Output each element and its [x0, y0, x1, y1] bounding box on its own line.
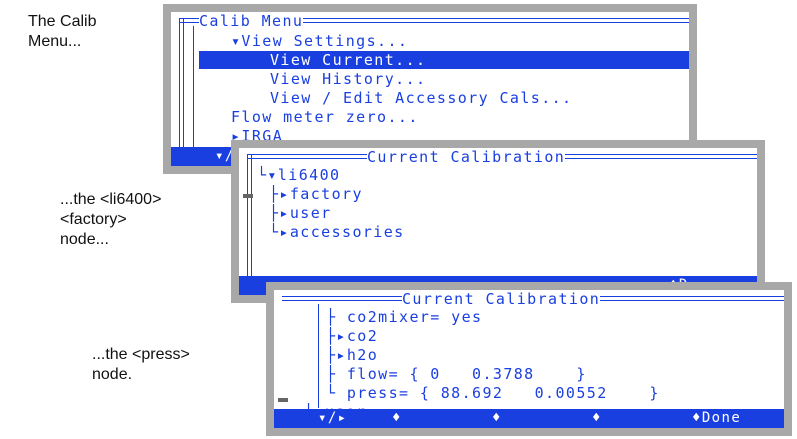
tree-node-h2o[interactable]: ├▸h2o [326, 346, 378, 364]
tree-node-user[interactable]: ├▸user [269, 204, 332, 222]
fkey-expand-collapse[interactable]: ▾/▸ [318, 409, 348, 428]
tree-node-li6400[interactable]: └▾li6400 [257, 166, 340, 184]
press-screen-title: Current Calibration [402, 290, 601, 308]
li6400-node-screen: Current Calibration └▾li6400 ├▸factory ├… [231, 140, 765, 303]
tree-node-flow[interactable]: ├ flow= { 0 0.3788 } [326, 365, 587, 383]
menu-item-view-edit-accessory-cals[interactable]: View / Edit Accessory Cals... [270, 89, 573, 107]
selection-cursor [278, 398, 288, 402]
caption-li6400-node: ...the <li6400> <factory> node... [60, 191, 162, 248]
caption-calib-menu: The Calib Menu... [28, 13, 97, 50]
fkey-3[interactable]: ♦ [492, 409, 502, 428]
menu-item-view-history[interactable]: View History... [270, 70, 426, 88]
caption-press-node: ...the <press> node. [92, 346, 190, 383]
tree-node-accessories[interactable]: └▸accessories [269, 223, 405, 241]
tree-node-press[interactable]: └ press= { 88.692 0.00552 } [326, 384, 660, 402]
fkey-2[interactable]: ♦ [392, 409, 402, 428]
menu-item-view-settings[interactable]: ▾View Settings... [231, 32, 408, 50]
press-node-lcd: Current Calibration ├ co2mixer= yes ├▸co… [274, 290, 784, 428]
press-node-screen: Current Calibration ├ co2mixer= yes ├▸co… [266, 282, 792, 436]
tree-node-co2mixer[interactable]: ├ co2mixer= yes [326, 308, 482, 326]
fkey-4[interactable]: ♦ [592, 409, 602, 428]
li6400-screen-title: Current Calibration [367, 148, 566, 166]
press-fkey-bar: ▾/▸ ♦ ♦ ♦ ♦Done [274, 409, 784, 428]
selection-cursor [243, 194, 253, 198]
li6400-node-lcd: Current Calibration └▾li6400 ├▸factory ├… [239, 148, 757, 295]
menu-item-flow-meter-zero[interactable]: Flow meter zero... [231, 108, 419, 126]
calib-menu-title: Calib Menu [199, 12, 304, 30]
tree-node-co2[interactable]: ├▸co2 [326, 327, 378, 345]
tree-node-factory[interactable]: ├▸factory [269, 185, 363, 203]
menu-item-view-current[interactable]: View Current... [199, 51, 689, 69]
fkey-done[interactable]: ♦Done [692, 409, 741, 428]
